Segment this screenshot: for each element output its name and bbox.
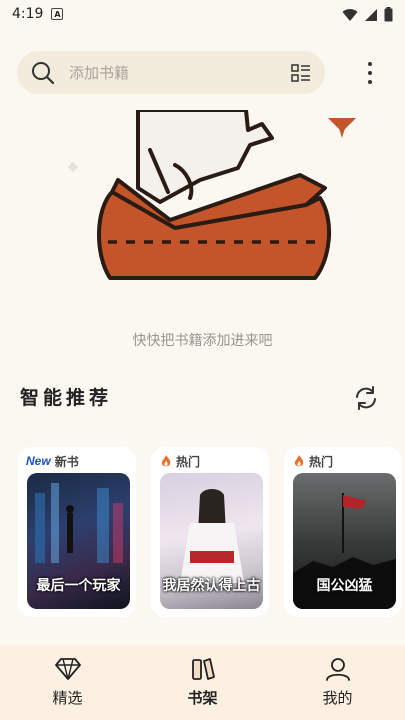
battery-icon	[384, 7, 393, 22]
nav-label: 我的	[322, 689, 353, 707]
nav-item-profile[interactable]: 我的	[293, 657, 383, 720]
refresh-icon[interactable]	[353, 385, 379, 411]
cover-title: 我居然认得上古	[162, 578, 261, 594]
bottom-nav: 精选 书架 我的	[0, 645, 405, 720]
notification-icon: A	[51, 8, 64, 20]
more-dot	[368, 80, 372, 84]
empty-bookshelf-illustration	[68, 110, 356, 280]
book-cover[interactable]: 最后一个玩家	[27, 473, 130, 609]
status-time: 4:19	[12, 6, 44, 22]
search-icon	[32, 61, 55, 84]
recommend-title: 智能推荐	[20, 387, 113, 409]
fire-icon	[161, 455, 171, 467]
card-tag-label: 热门	[309, 454, 334, 469]
diamond-icon	[54, 658, 81, 680]
cover-title: 国公凶猛	[316, 578, 373, 594]
empty-state-text: 快快把书籍添加进来吧	[132, 333, 273, 349]
cover-title: 最后一个玩家	[36, 578, 121, 594]
more-dot	[368, 71, 372, 75]
recommend-cards: New 新书 最后一个玩家 热门 我居然认得上古 热门 国公凶猛	[18, 447, 405, 617]
book-cover[interactable]: 我居然认得上古	[160, 473, 263, 609]
book-card[interactable]: 热门 国公凶猛	[284, 447, 402, 617]
fire-icon	[294, 455, 304, 467]
bookshelf-icon	[191, 658, 215, 680]
card-tag: 热门	[292, 451, 333, 471]
search-input[interactable]: 添加书籍	[69, 62, 291, 83]
book-cover[interactable]: 国公凶猛	[293, 473, 396, 609]
nav-label: 精选	[52, 689, 83, 707]
book-card[interactable]: 热门 我居然认得上古	[151, 447, 269, 617]
wifi-icon	[342, 8, 358, 21]
signal-icon	[365, 8, 377, 21]
card-tag-label: 新书	[54, 454, 79, 469]
card-tag-label: 热门	[176, 454, 201, 469]
status-bar: 4:19 A	[0, 0, 405, 28]
more-options-button[interactable]	[360, 56, 380, 90]
card-tag: 热门	[159, 451, 200, 471]
nav-label: 书架	[187, 689, 218, 707]
book-card[interactable]: New 新书 最后一个玩家	[18, 447, 136, 617]
more-dot	[368, 62, 372, 66]
nav-item-bookshelf[interactable]: 书架	[158, 657, 248, 720]
search-bar[interactable]: 添加书籍	[17, 51, 325, 94]
list-view-icon[interactable]	[291, 63, 311, 82]
nav-item-featured[interactable]: 精选	[23, 657, 113, 720]
status-icons	[342, 7, 393, 22]
new-badge: New	[26, 454, 51, 468]
card-tag: New 新书	[26, 451, 79, 471]
user-icon	[325, 658, 350, 681]
